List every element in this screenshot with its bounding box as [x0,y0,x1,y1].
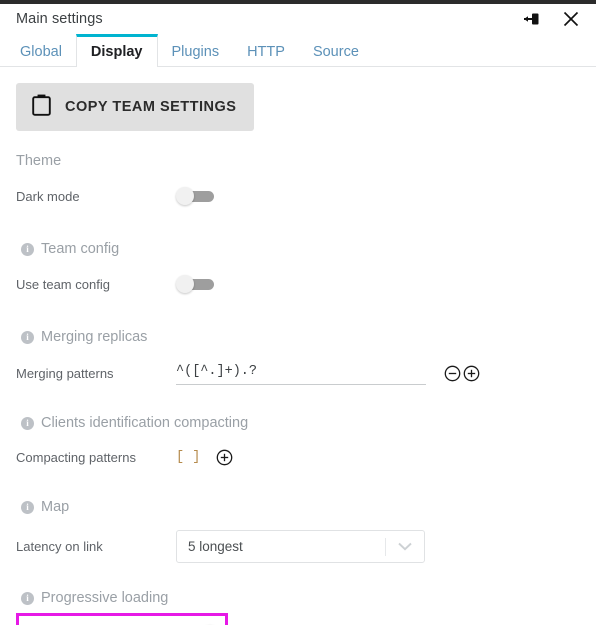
close-icon[interactable] [560,8,582,30]
toggle-knob [176,275,194,293]
use-team-config-control [176,275,218,293]
plus-circle-icon[interactable] [463,365,480,382]
merging-patterns-label: Merging patterns [16,365,114,381]
section-theme-title: Theme [16,153,580,169]
section-merging-replicas-label: Merging replicas [41,329,148,345]
tab-display[interactable]: Display [75,34,158,67]
title-bar-actions [522,8,582,30]
tab-plugins[interactable]: Plugins [158,34,234,66]
toggle-knob [176,187,194,205]
settings-content: COPY TEAM SETTINGS Theme Dark mode i Tea… [0,67,596,625]
minus-circle-icon[interactable] [444,365,461,382]
info-icon[interactable]: i [21,591,34,605]
section-progressive-loading-label: Progressive loading [41,590,169,606]
row-on-map: On Map [27,621,217,625]
section-team-config-title: i Team config [21,241,580,257]
tab-bar: Global Display Plugins HTTP Source [0,34,596,67]
use-team-config-toggle[interactable] [176,275,218,293]
tab-http[interactable]: HTTP [233,34,299,66]
row-compacting-patterns: Compacting patterns [ ] [16,442,580,472]
section-map-title: i Map [21,499,580,515]
use-team-config-label: Use team config [16,276,110,292]
settings-window: Main settings Global Display Plugins HTT… [0,0,596,625]
section-map-label: Map [41,499,70,515]
dark-mode-control [176,187,218,205]
info-icon[interactable]: i [21,242,34,256]
dark-mode-label: Dark mode [16,188,80,204]
merging-patterns-input[interactable] [176,361,426,385]
title-bar: Main settings [0,4,596,34]
merging-patterns-control [176,361,480,385]
copy-team-settings-label: COPY TEAM SETTINGS [65,98,237,115]
copy-team-settings-button[interactable]: COPY TEAM SETTINGS [16,83,255,131]
section-clients-compacting-label: Clients identification compacting [41,415,249,431]
row-latency-on-link: Latency on link 5 longest [16,530,580,563]
row-merging-patterns: Merging patterns [16,358,580,388]
row-use-team-config: Use team config [16,269,580,299]
info-icon[interactable]: i [21,330,34,344]
section-team-config-label: Team config [41,241,120,257]
section-merging-replicas-title: i Merging replicas [21,329,580,345]
tab-global[interactable]: Global [6,34,76,66]
latency-on-link-label: Latency on link [16,539,103,554]
row-dark-mode: Dark mode [16,181,580,211]
progressive-loading-highlight-box: On Map On Timeline [16,613,228,625]
info-icon[interactable]: i [21,500,34,514]
compacting-patterns-value: [ ] [176,449,201,465]
page-title: Main settings [16,11,103,27]
latency-on-link-select[interactable]: 5 longest [176,530,425,563]
dark-mode-toggle[interactable] [176,187,218,205]
latency-on-link-value: 5 longest [188,539,243,554]
merging-patterns-actions [444,365,480,382]
section-progressive-loading-title: i Progressive loading [21,590,580,606]
latency-on-link-control: 5 longest [176,530,425,563]
tab-source[interactable]: Source [299,34,373,66]
section-theme-label: Theme [16,153,62,169]
compacting-patterns-control: [ ] [176,449,233,466]
chevron-down-icon[interactable] [386,542,424,551]
info-icon[interactable]: i [21,416,34,430]
compacting-patterns-label: Compacting patterns [16,449,136,465]
pin-icon[interactable] [522,8,544,30]
plus-circle-icon[interactable] [216,449,233,466]
section-clients-compacting-title: i Clients identification compacting [21,415,580,431]
clipboard-icon [32,94,51,120]
